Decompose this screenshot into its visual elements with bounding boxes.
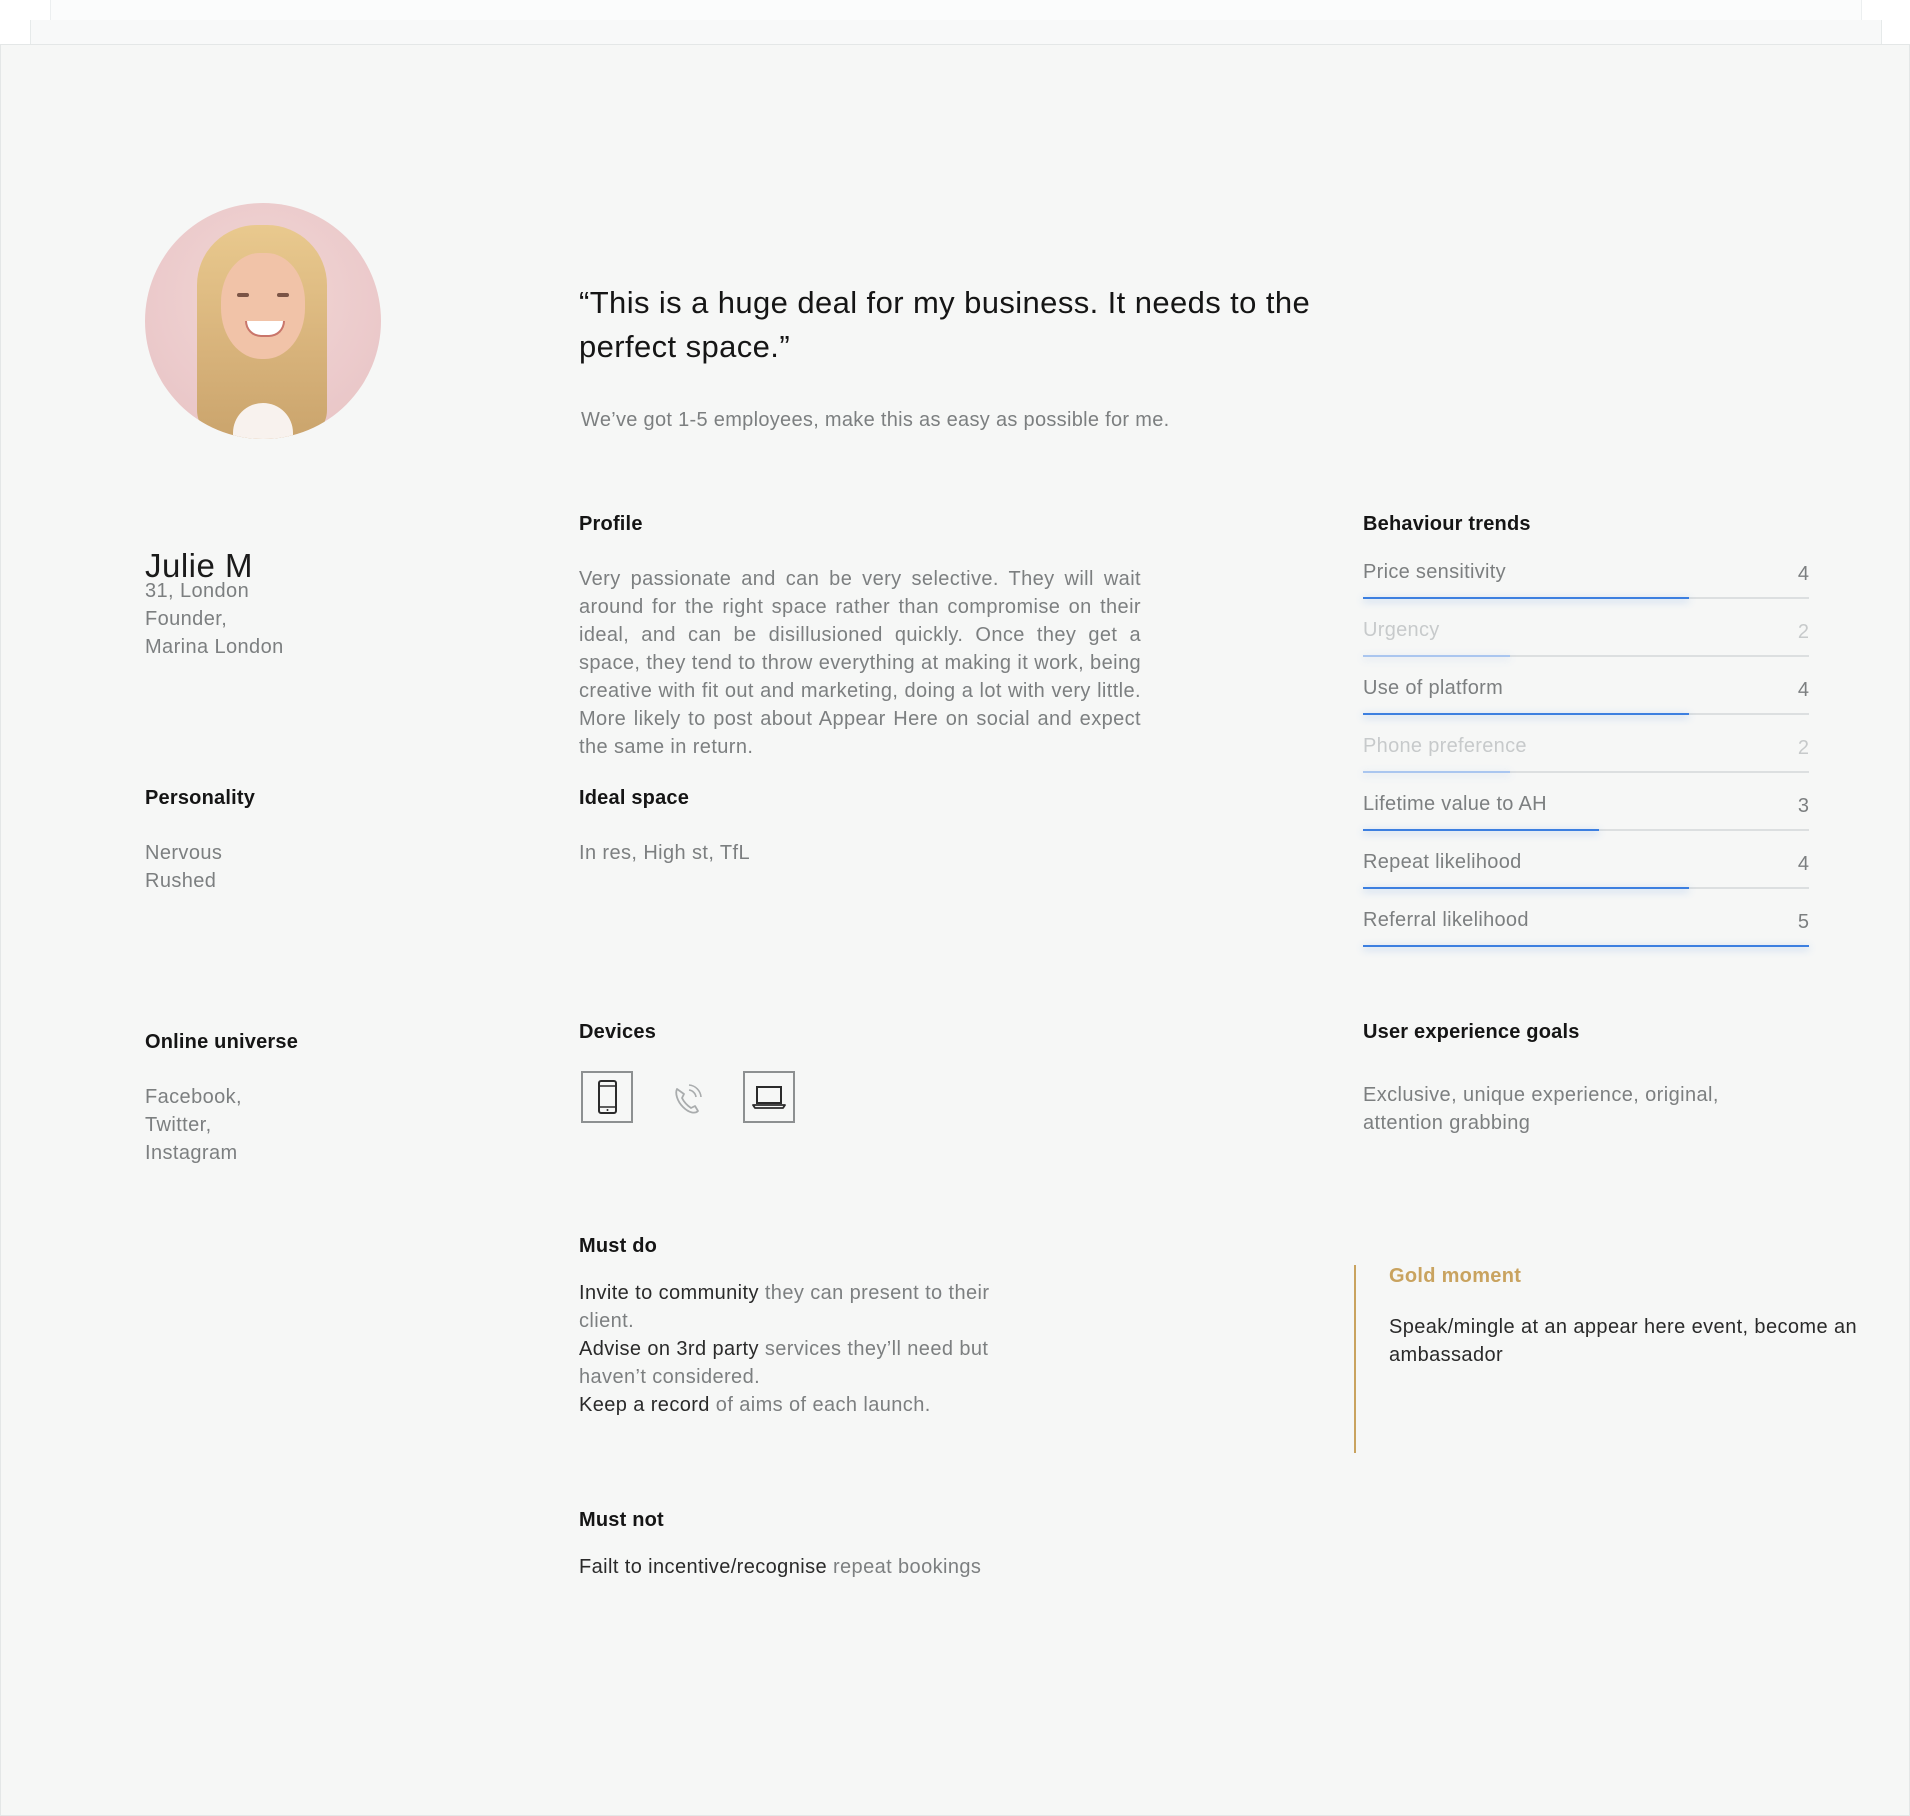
persona-detail-line: Marina London	[145, 636, 284, 658]
must-do-item-strong: Advise on 3rd party	[579, 1338, 759, 1360]
online-universe-item: Twitter,	[145, 1114, 212, 1136]
behaviour-trend-track	[1363, 771, 1809, 773]
persona-subquote: We’ve got 1-5 employees, make this as ea…	[581, 409, 1170, 431]
behaviour-trend-track	[1363, 597, 1809, 599]
persona-detail-line: Founder,	[145, 608, 228, 630]
online-universe-item: Facebook,	[145, 1086, 242, 1108]
must-do-item-strong: Invite to community	[579, 1282, 759, 1304]
behaviour-trend-fill	[1363, 655, 1511, 657]
behaviour-trend-value: 2	[1797, 621, 1809, 643]
behaviour-trend-track	[1363, 945, 1809, 947]
mobile-phone-icon	[581, 1071, 633, 1123]
must-do-item: Keep a record of aims of each launch.	[579, 1391, 1049, 1419]
behaviour-trend-value: 3	[1797, 795, 1809, 817]
must-do-item-strong: Keep a record	[579, 1394, 710, 1416]
behaviour-trend-track	[1363, 655, 1809, 657]
behaviour-trend-label: Price sensitivity	[1363, 561, 1506, 583]
personality-heading: Personality	[145, 787, 256, 809]
behaviour-trend-fill	[1363, 597, 1689, 599]
behaviour-trend-fill	[1363, 887, 1689, 889]
persona-details: 31, London Founder, Marina London	[145, 577, 284, 661]
behaviour-trend-row: Lifetime value to AH 3	[1363, 791, 1809, 849]
must-not-strong: Failt to incentive/recognise	[579, 1556, 827, 1578]
devices-heading: Devices	[579, 1021, 657, 1043]
persona-card: “This is a huge deal for my business. It…	[0, 44, 1910, 1816]
gold-moment-text: Speak/mingle at an appear here event, be…	[1389, 1316, 1857, 1366]
online-universe-list: Facebook, Twitter, Instagram	[145, 1083, 242, 1167]
must-do-item: Invite to community they can present to …	[579, 1279, 1049, 1335]
behaviour-trend-track	[1363, 713, 1809, 715]
persona-detail-line: 31, London	[145, 580, 250, 602]
behaviour-trend-label: Lifetime value to AH	[1363, 793, 1547, 815]
must-not-rest: repeat bookings	[827, 1556, 982, 1578]
telephone-icon	[669, 1081, 705, 1117]
gold-moment-heading: Gold moment	[1389, 1265, 1522, 1287]
stacked-sheet-middle	[30, 20, 1882, 45]
behaviour-trend-fill	[1363, 945, 1809, 947]
must-not-heading: Must not	[579, 1509, 664, 1531]
profile-heading: Profile	[579, 513, 643, 535]
behaviour-trends-heading: Behaviour trends	[1363, 513, 1531, 535]
persona-avatar	[145, 203, 381, 439]
ideal-space-text: In res, High st, TfL	[579, 842, 751, 864]
ux-goals-text: Exclusive, unique experience, original, …	[1363, 1084, 1719, 1134]
personality-item: Nervous	[145, 842, 223, 864]
behaviour-trend-value: 4	[1797, 679, 1809, 701]
behaviour-trend-value: 2	[1797, 737, 1809, 759]
behaviour-trend-row: Phone preference 2	[1363, 733, 1809, 791]
behaviour-trend-label: Phone preference	[1363, 735, 1527, 757]
persona-quote: “This is a huge deal for my business. It…	[579, 285, 1311, 364]
behaviour-trend-label: Repeat likelihood	[1363, 851, 1522, 873]
behaviour-trend-label: Urgency	[1363, 619, 1440, 641]
behaviour-trend-row: Referral likelihood 5	[1363, 907, 1809, 965]
behaviour-trend-row: Price sensitivity 4	[1363, 559, 1809, 617]
stacked-sheet-back	[50, 0, 1862, 21]
behaviour-trend-value: 4	[1797, 563, 1809, 585]
must-do-item: Advise on 3rd party services they’ll nee…	[579, 1335, 1049, 1391]
must-do-item-rest: of aims of each launch.	[709, 1394, 931, 1416]
behaviour-trend-fill	[1363, 771, 1511, 773]
personality-item: Rushed	[145, 870, 217, 892]
behaviour-trend-track	[1363, 887, 1809, 889]
behaviour-trend-row: Urgency 2	[1363, 617, 1809, 675]
behaviour-trend-row: Use of platform 4	[1363, 675, 1809, 733]
must-do-heading: Must do	[579, 1235, 658, 1257]
behaviour-trend-fill	[1363, 829, 1600, 831]
behaviour-trend-value: 4	[1797, 853, 1809, 875]
behaviour-trend-label: Use of platform	[1363, 677, 1504, 699]
behaviour-trend-label: Referral likelihood	[1363, 909, 1529, 931]
behaviour-trend-track	[1363, 829, 1809, 831]
behaviour-trend-row: Repeat likelihood 4	[1363, 849, 1809, 907]
gold-moment-rule	[1354, 1265, 1356, 1453]
ideal-space-heading: Ideal space	[579, 787, 690, 809]
online-universe-heading: Online universe	[145, 1031, 299, 1053]
profile-text: Very passionate and can be very selectiv…	[579, 568, 1141, 758]
ux-goals-heading: User experience goals	[1363, 1021, 1580, 1043]
must-do-list: Invite to community they can present to …	[579, 1279, 1049, 1419]
behaviour-trend-value: 5	[1797, 911, 1809, 933]
must-not-text: Failt to incentive/recognise repeat book…	[579, 1553, 1139, 1581]
online-universe-item: Instagram	[145, 1142, 238, 1164]
behaviour-trend-fill	[1363, 713, 1689, 715]
personality-list: Nervous Rushed	[145, 839, 222, 895]
laptop-icon	[743, 1071, 795, 1123]
